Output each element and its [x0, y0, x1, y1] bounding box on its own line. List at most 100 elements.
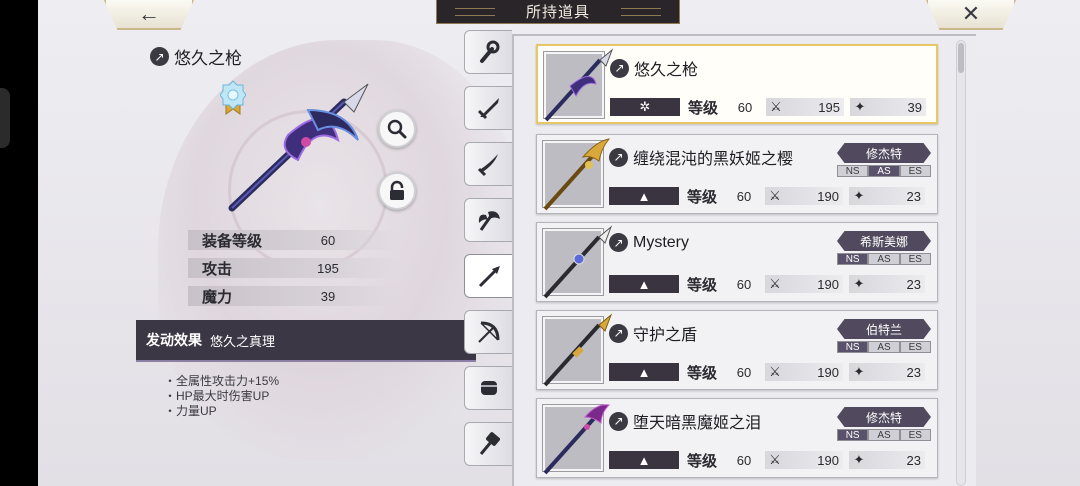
attack-value: 190 [817, 276, 839, 292]
spear-weapon-image [543, 404, 611, 475]
level-value: 60 [736, 188, 752, 204]
attack-value: 190 [817, 188, 839, 204]
magic-value: 23 [906, 364, 921, 380]
series-as: AS [868, 341, 900, 353]
item-list[interactable]: ↗ 悠久之枪 ✲ 等级 60 ⚔ 195 ✦ 39 ↗ 缠绕混沌的黑妖姬之樱 修… [512, 34, 976, 486]
effect-name: 悠久之真理 [210, 333, 276, 349]
stat-label: 装备等级 [202, 232, 263, 250]
spear-type-icon: ↗ [609, 147, 628, 167]
lock-button[interactable] [378, 172, 416, 210]
spear-icon [478, 266, 500, 288]
stat-magic: 魔力 39 [188, 286, 398, 306]
tab-bow[interactable] [464, 310, 512, 354]
spear-type-icon: ↗ [610, 58, 629, 78]
item-name: ↗ 缠绕混沌的黑妖姬之樱 [609, 145, 793, 169]
series-es: ES [899, 341, 931, 353]
attack-cell: ⚔ 190 [765, 451, 843, 469]
item-thumbnail [544, 48, 614, 122]
level-value: 60 [737, 99, 753, 115]
spear-weapon-image [543, 138, 611, 211]
level-value: 60 [736, 452, 752, 468]
attack-icon: ⚔ [769, 276, 781, 291]
attack-value: 190 [817, 364, 839, 380]
magnify-button[interactable] [378, 110, 416, 148]
page-title: 所持道具 [436, 0, 680, 24]
character-badge: ▲ [609, 275, 679, 293]
stat-value: 195 [317, 260, 339, 276]
magic-cell: ✦ 23 [849, 363, 925, 381]
series-es: ES [899, 165, 931, 177]
character-badge: ▲ [609, 187, 679, 205]
magic-cell: ✦ 23 [849, 451, 925, 469]
attack-icon: ⚔ [770, 99, 782, 114]
item-stats: ▲ 等级 60 ⚔ 190 ✦ 23 [609, 185, 931, 207]
level-value: 60 [736, 364, 752, 380]
spear-type-icon: ↗ [150, 47, 169, 66]
series-tags: NS AS ES [837, 341, 931, 353]
attack-cell: ⚔ 190 [765, 363, 843, 381]
series-ns: NS [837, 165, 869, 177]
attack-value: 190 [817, 452, 839, 468]
close-button[interactable]: ✕ [926, 0, 1016, 30]
item-name: ↗ 堕天暗黑魔姬之泪 [609, 409, 761, 433]
hammer-icon [479, 432, 500, 455]
tab-sword[interactable] [464, 86, 512, 130]
series-ns: NS [837, 341, 869, 353]
magic-icon: ✦ [853, 276, 865, 291]
effect-header: 发动效果 悠久之真理 [136, 320, 476, 362]
stat-value: 39 [320, 288, 336, 304]
stat-attack: 攻击 195 [188, 258, 398, 278]
scroll-thumb[interactable] [958, 43, 964, 73]
owner-tag: 希斯美娜 [837, 231, 931, 251]
list-item[interactable]: ↗ 堕天暗黑魔姬之泪 修杰特 NS AS ES ▲ 等级 60 ⚔ 190 ✦ 23 [536, 398, 938, 478]
device-notch [0, 88, 10, 148]
effect-line: 力量UP [164, 404, 279, 419]
list-item[interactable]: ↗ 缠绕混沌的黑妖姬之樱 修杰特 NS AS ES ▲ 等级 60 ⚔ 190 ✦… [536, 134, 938, 214]
tab-spear[interactable] [464, 254, 514, 298]
attack-cell: ⚔ 190 [765, 187, 843, 205]
list-scrollbar[interactable] [956, 40, 966, 486]
spear-type-icon: ↗ [609, 323, 628, 343]
series-tags: NS AS ES [837, 429, 931, 441]
item-thumbnail [543, 138, 611, 211]
character-badge: ▲ [609, 363, 679, 381]
list-item[interactable]: ↗ 守护之盾 伯特兰 NS AS ES ▲ 等级 60 ⚔ 190 ✦ 23 [536, 310, 938, 390]
tab-axe[interactable] [464, 198, 512, 242]
tab-blade[interactable] [464, 142, 512, 186]
list-item[interactable]: ↗ Mystery 希斯美娜 NS AS ES ▲ 等级 60 ⚔ 190 ✦ 23 [536, 222, 938, 302]
magic-icon: ✦ [853, 452, 865, 467]
list-item[interactable]: ↗ 悠久之枪 ✲ 等级 60 ⚔ 195 ✦ 39 [536, 44, 938, 124]
magic-cell: ✦ 39 [850, 98, 926, 116]
series-ns: NS [837, 253, 869, 265]
spear-weapon-image [543, 313, 613, 387]
person-icon: ▲ [637, 452, 651, 468]
magic-cell: ✦ 23 [849, 275, 925, 293]
effect-line: 全属性攻击力+15% [164, 374, 279, 389]
level-value: 60 [736, 276, 752, 292]
magnify-icon [387, 119, 407, 139]
axe-icon [478, 211, 500, 231]
owner-tag: 修杰特 [837, 407, 931, 427]
series-es: ES [899, 429, 931, 441]
item-name-text: Mystery [633, 233, 689, 251]
arrow-left-icon: ← [138, 1, 160, 26]
magic-icon: ✦ [853, 364, 865, 379]
tab-hammer[interactable] [464, 422, 512, 466]
tab-staff[interactable] [464, 30, 512, 74]
item-name-text: 守护之盾 [633, 327, 698, 344]
rarity-badge: ✲ [610, 98, 680, 116]
tab-fist[interactable] [464, 366, 512, 410]
magic-value: 39 [907, 99, 922, 115]
owner-tag: 修杰特 [837, 143, 931, 163]
level-label: 等级 [688, 99, 719, 117]
level-label: 等级 [687, 188, 718, 206]
blade-icon [477, 154, 498, 177]
back-button[interactable]: ← [104, 0, 194, 30]
detail-name-text: 悠久之枪 [174, 49, 242, 68]
spear-weapon-image [543, 225, 613, 299]
magic-value: 23 [906, 276, 921, 292]
lock-icon [390, 180, 404, 200]
magic-icon: ✦ [854, 99, 866, 114]
effect-list: 全属性攻击力+15% HP最大时伤害UP 力量UP [164, 374, 279, 419]
owner-tag: 伯特兰 [837, 319, 931, 339]
